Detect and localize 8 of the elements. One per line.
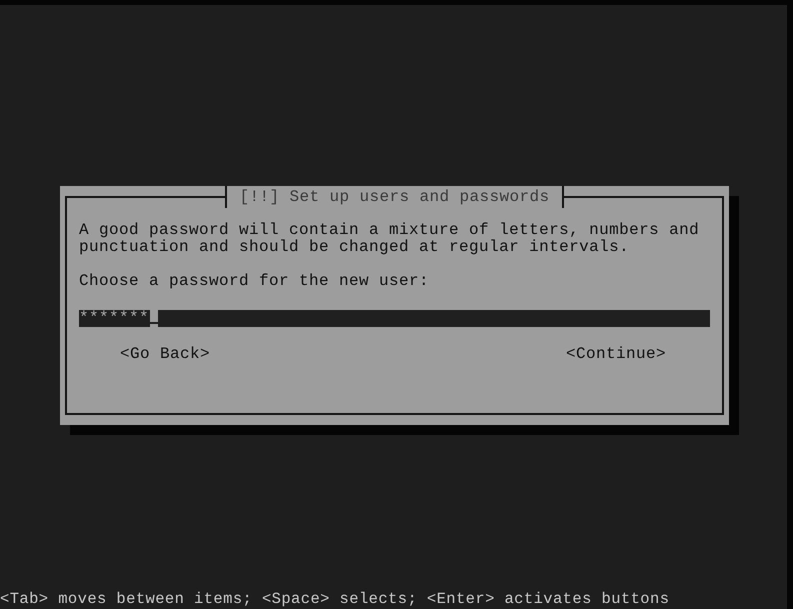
dialog-message: A good password will contain a mixture of letters, numbers and punctuation and should be changed at regular intervals. [79, 222, 700, 256]
password-field[interactable]: ******* [79, 310, 710, 327]
back-button[interactable]: <Go Back> [120, 346, 210, 363]
continue-button[interactable]: <Continue> [566, 346, 666, 363]
dialog-title: [!!] Set up users and passwords [225, 186, 564, 208]
help-line: <Tab> moves between items; <Space> selects; <Enter> activates buttons [0, 591, 670, 609]
text-cursor [150, 310, 158, 327]
password-prompt: Choose a password for the new user: [79, 273, 430, 290]
